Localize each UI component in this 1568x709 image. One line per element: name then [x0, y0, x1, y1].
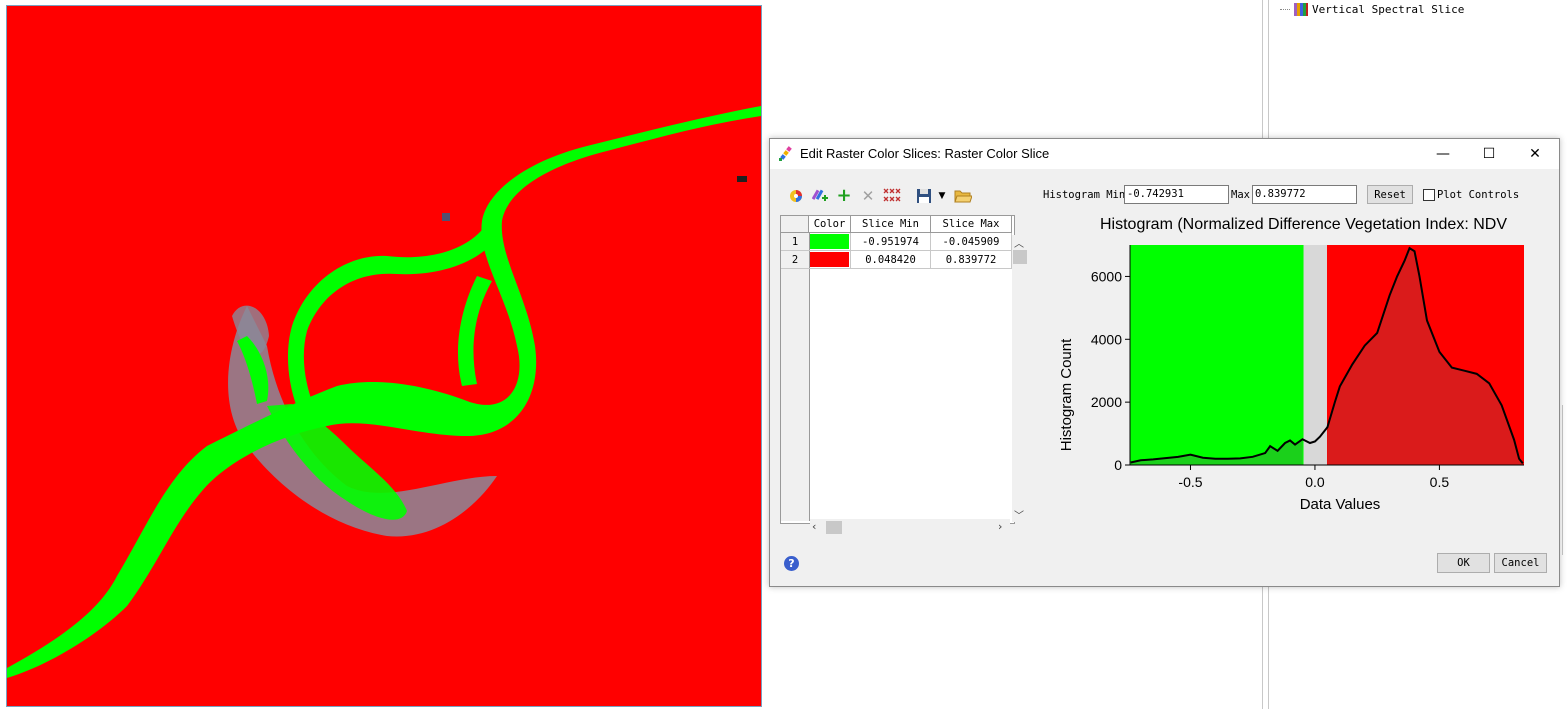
delete-all-slices-icon[interactable] [883, 188, 901, 204]
horizontal-scroll-thumb[interactable] [826, 521, 842, 534]
classified-map-image [7, 106, 761, 678]
color-slice-app-icon [779, 146, 792, 161]
histogram-max-label: Max [1231, 189, 1250, 201]
column-header-color[interactable]: Color [809, 216, 851, 233]
open-folder-icon[interactable] [954, 188, 973, 204]
plot-controls-label: Plot Controls [1437, 189, 1520, 201]
color-wheel-icon[interactable] [788, 188, 804, 204]
table-cell-color[interactable] [809, 233, 851, 251]
y-tick-label: 6000 [1091, 268, 1122, 284]
y-axis-label: Histogram Count [1058, 338, 1075, 451]
row-number[interactable]: 2 [781, 251, 809, 269]
row-number[interactable]: 1 [781, 233, 809, 251]
color-slice-band-1 [1130, 245, 1304, 465]
column-header-slice-max[interactable]: Slice Max [931, 216, 1012, 233]
table-cell-slice-min[interactable]: 0.048420 [851, 251, 931, 269]
tree-connector [1280, 8, 1290, 10]
scroll-left-arrow-icon[interactable]: ‹ [812, 520, 816, 533]
close-button[interactable]: ✕ [1512, 139, 1558, 169]
x-tick-label: 0.5 [1430, 474, 1450, 490]
vertical-scroll-thumb[interactable] [1013, 250, 1027, 264]
x-tick-label: 0.0 [1305, 474, 1325, 490]
histogram-min-input[interactable]: -0.742931 [1124, 185, 1229, 204]
histogram-max-input[interactable]: 0.839772 [1252, 185, 1357, 204]
dialog-title: Edit Raster Color Slices: Raster Color S… [800, 146, 1050, 161]
scroll-down-arrow-icon[interactable]: ﹀ [1014, 507, 1024, 522]
help-icon[interactable]: ? [784, 556, 799, 571]
table-cell-slice-min[interactable]: -0.951974 [851, 233, 931, 251]
minimize-button[interactable]: — [1420, 139, 1466, 169]
edit-raster-color-slices-dialog: Edit Raster Color Slices: Raster Color S… [769, 138, 1560, 587]
histogram-min-label: Histogram Min [1043, 189, 1126, 201]
x-axis-label: Data Values [1300, 496, 1381, 513]
ok-button[interactable]: OK [1437, 553, 1490, 573]
scroll-right-arrow-icon[interactable]: › [998, 520, 1002, 533]
spectral-slice-icon [1294, 2, 1308, 16]
tree-item-vertical-spectral-slice[interactable]: Vertical Spectral Slice [1280, 1, 1464, 17]
cancel-button[interactable]: Cancel [1494, 553, 1547, 573]
chart-title: Histogram (Normalized Difference Vegetat… [1100, 216, 1507, 233]
dialog-titlebar[interactable]: Edit Raster Color Slices: Raster Color S… [770, 139, 1559, 169]
table-cell-slice-max[interactable]: 0.839772 [931, 251, 1012, 269]
map-view[interactable] [6, 5, 762, 707]
add-slices-icon[interactable] [811, 188, 828, 204]
horizontal-scrollbar[interactable]: ‹ › [810, 519, 1010, 535]
delete-slice-icon[interactable]: ✕ [860, 188, 876, 204]
save-dropdown-icon[interactable]: ▼ [934, 188, 950, 204]
maximize-button[interactable]: ☐ [1466, 139, 1512, 169]
scroll-up-arrow-icon[interactable]: ︿ [1014, 235, 1024, 250]
color-swatch-red [810, 252, 849, 267]
histogram-chart: Histogram (Normalized Difference Vegetat… [1058, 216, 1524, 513]
tree-item-label: Vertical Spectral Slice [1312, 2, 1465, 16]
column-header-slice-min[interactable]: Slice Min [851, 216, 931, 233]
color-slice-table[interactable]: Color Slice Min Slice Max 1 -0.951974 -0… [780, 215, 1015, 524]
color-swatch-green [810, 234, 849, 249]
save-icon[interactable] [916, 188, 932, 204]
corner-header [781, 216, 809, 233]
table-cell-slice-max[interactable]: -0.045909 [931, 233, 1012, 251]
reset-button[interactable]: Reset [1367, 185, 1413, 204]
vertical-scrollbar[interactable]: ︿ ﹀ [1012, 235, 1028, 522]
x-tick-label: -0.5 [1178, 474, 1202, 490]
y-tick-label: 0 [1114, 457, 1122, 473]
plot-controls-checkbox[interactable] [1423, 189, 1435, 201]
y-tick-label: 4000 [1091, 331, 1122, 347]
add-slice-icon[interactable]: + [836, 187, 852, 205]
row-header-column [781, 233, 810, 521]
y-tick-label: 2000 [1091, 394, 1122, 410]
table-cell-color[interactable] [809, 251, 851, 269]
